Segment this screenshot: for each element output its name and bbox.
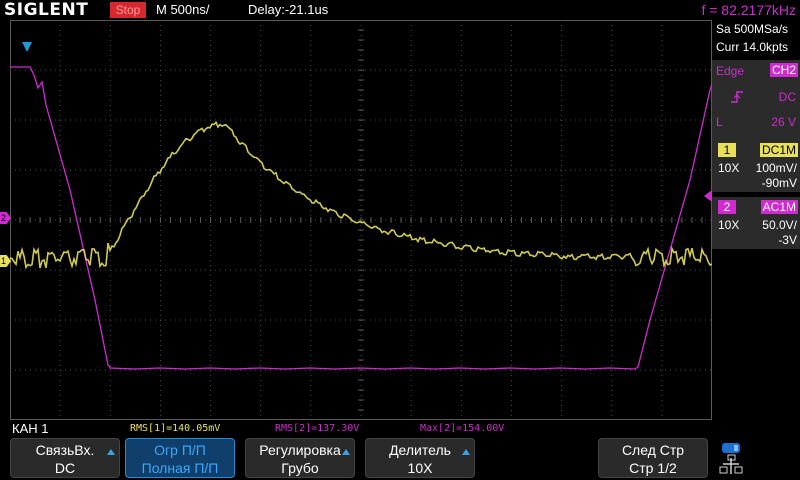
softkey-value: Грубо xyxy=(281,460,319,476)
ch1-probe: 10X xyxy=(718,161,740,175)
sample-rate: Sa 500MSa/s xyxy=(716,22,789,36)
trigger-coupling: DC xyxy=(778,90,796,104)
softkey-bar: СвязьВх. DC Огр П/П Полная П/П Регулиров… xyxy=(0,438,800,480)
waveform-display xyxy=(10,20,712,420)
timebase-readout: M 500ns/ xyxy=(156,2,210,17)
memory-depth: Curr 14.0kpts xyxy=(716,40,789,54)
softkey-label: СвязьВх. xyxy=(35,442,95,458)
ch1-offset: -90mV xyxy=(761,176,797,190)
softkey-probe[interactable]: Делитель 10X xyxy=(365,438,475,478)
ch2-info-box[interactable]: 2 AC1M 10X 50.0V/ -3V xyxy=(712,197,800,249)
up-arrow-icon xyxy=(107,449,115,455)
trigger-level-marker[interactable] xyxy=(704,190,712,202)
softkey-bandwidth-limit[interactable]: Огр П/П Полная П/П xyxy=(125,438,235,478)
softkey-value: DC xyxy=(54,460,76,476)
oscilloscope-screen xyxy=(10,20,712,420)
measurement-rms-ch2: RMS[2]=137.30V xyxy=(275,423,360,434)
up-arrow-icon xyxy=(462,449,470,455)
run-stop-indicator[interactable]: Stop xyxy=(110,2,146,18)
softkey-value: Стр 1/2 xyxy=(629,460,677,476)
trigger-level: 26 V xyxy=(771,115,796,129)
up-arrow-icon xyxy=(342,449,350,455)
softkey-value: Полная П/П xyxy=(141,460,219,476)
rising-edge-icon xyxy=(731,91,743,103)
softkey-value: 10X xyxy=(407,460,433,476)
trigger-position-marker[interactable] xyxy=(22,42,32,52)
trigger-source: CH2 xyxy=(769,63,798,77)
ch2-offset: -3V xyxy=(778,233,797,247)
ch1-scale: 100mV/ xyxy=(755,161,797,175)
ch1-info-box[interactable]: 1 DC1M 10X 100mV/ -90mV xyxy=(712,140,800,192)
ch1-number: 1 xyxy=(718,143,736,157)
trigger-level-label: L xyxy=(716,115,723,129)
trigger-type: Edge xyxy=(716,64,745,78)
frequency-counter: f = 82.2177kHz xyxy=(701,2,796,18)
ch2-coupling: AC1M xyxy=(760,200,798,214)
softkey-label: Делитель xyxy=(389,442,451,458)
softkey-label: Регулировка xyxy=(259,442,341,458)
ch2-scale: 50.0V/ xyxy=(762,218,797,232)
ch2-probe: 10X xyxy=(718,218,740,232)
softkey-label: След Стр xyxy=(621,442,685,458)
brand-logo: SIGLENT xyxy=(4,0,89,20)
ch2-number: 2 xyxy=(718,200,736,214)
ch1-coupling: DC1M xyxy=(759,143,798,157)
softkey-next-page[interactable]: След Стр Стр 1/2 xyxy=(598,438,708,478)
trigger-delay-readout: Delay:-21.1us xyxy=(248,2,329,17)
measurement-max-ch2: Max[2]=154.00V xyxy=(420,423,505,434)
grid xyxy=(10,20,712,420)
top-status-bar: SIGLENT Stop M 500ns/ Delay:-21.1us f = … xyxy=(0,0,800,20)
measurement-bar: КАН 1 RMS[1]=140.05mV RMS[2]=137.30V Max… xyxy=(0,420,800,438)
measurement-rms-ch1: RMS[1]=140.05mV xyxy=(130,423,221,434)
softkey-label: Огр П/П xyxy=(154,442,206,458)
usb-network-status-icon[interactable] xyxy=(718,440,748,478)
softkey-input-coupling[interactable]: СвязьВх. DC xyxy=(10,438,120,478)
menu-title: КАН 1 xyxy=(12,421,49,436)
right-info-panel: Sa 500MSa/s Curr 14.0kpts Edge CH2 DC L … xyxy=(712,20,800,420)
softkey-adjust[interactable]: Регулировка Грубо xyxy=(245,438,355,478)
